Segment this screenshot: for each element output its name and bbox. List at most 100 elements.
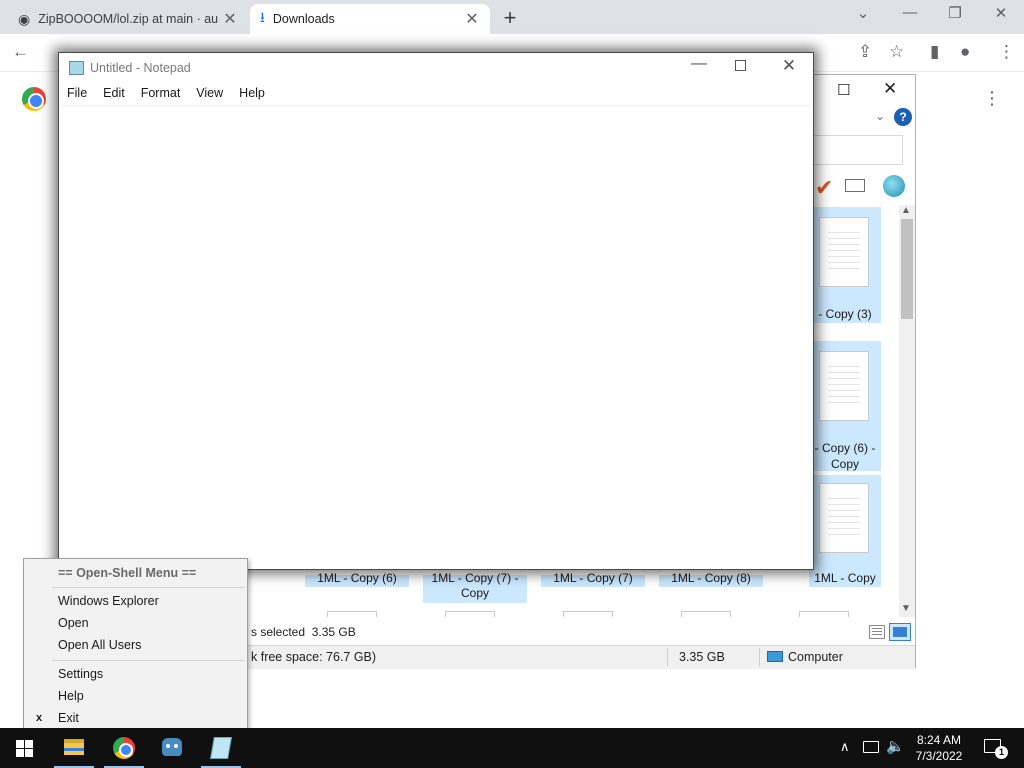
menu-item-exit[interactable]: Exit — [58, 711, 79, 725]
menu-item-open[interactable]: Open — [58, 616, 89, 630]
tab-github[interactable]: ◉ ZipBOOOOM/lol.zip at main · au ✕ — [8, 4, 248, 34]
file-item[interactable]: - Copy (6) - Copy — [809, 341, 881, 471]
document-icon — [819, 217, 869, 287]
explorer-maximize-icon[interactable]: ☐ — [837, 81, 850, 99]
menu-separator — [52, 587, 245, 588]
exit-mark-icon: x — [36, 712, 43, 724]
file-label: 1ML - Copy (7) — [553, 571, 633, 585]
profile-icon[interactable]: ● — [960, 42, 970, 62]
size-text: 3.35 GB — [679, 650, 725, 664]
menu-format[interactable]: Format — [141, 83, 181, 103]
mail-icon[interactable] — [845, 179, 865, 192]
file-item[interactable]: 1ML - Copy (8) — [659, 571, 763, 587]
maximize-icon[interactable] — [735, 60, 746, 71]
file-item[interactable]: - Copy (3) — [809, 207, 881, 323]
show-hidden-icons-icon[interactable]: ∧ — [840, 739, 850, 755]
taskbar-file-explorer[interactable] — [50, 728, 98, 768]
file-item[interactable]: 1ML - Copy (7) - Copy — [423, 571, 527, 603]
github-icon: ◉ — [18, 10, 31, 27]
open-shell-context-menu: == Open-Shell Menu == Windows Explorer O… — [23, 558, 248, 730]
document-icon — [819, 351, 869, 421]
file-label: 1ML - Copy (8) — [671, 571, 751, 585]
close-icon[interactable]: ✕ — [779, 56, 799, 76]
file-label: Copy — [460, 586, 489, 600]
file-label: Copy — [830, 457, 859, 471]
new-tab-button[interactable]: + — [498, 5, 522, 31]
menu-edit[interactable]: Edit — [103, 83, 125, 103]
status-divider — [759, 648, 760, 666]
ribbon-expand-icon[interactable]: ⌄ — [875, 109, 885, 123]
file-item[interactable]: 1ML - Copy (6) — [305, 571, 409, 587]
side-panel-icon[interactable]: ▮ — [930, 42, 939, 62]
chrome-logo-icon — [22, 87, 46, 111]
file-label: - Copy (6) - — [814, 441, 876, 455]
notification-badge: 1 — [995, 746, 1008, 759]
taskbar-godot[interactable] — [148, 728, 196, 768]
chrome-icon — [113, 737, 135, 759]
minimize-icon[interactable]: — — [689, 55, 709, 73]
menu-item-open-all-users[interactable]: Open All Users — [58, 638, 141, 652]
menu-item-settings[interactable]: Settings — [58, 667, 103, 681]
menu-file[interactable]: File — [67, 83, 87, 103]
notepad-menubar: File Edit Format View Help — [59, 83, 813, 103]
menu-separator — [52, 660, 245, 661]
back-icon[interactable]: ← — [12, 42, 29, 62]
document-icon — [445, 611, 495, 617]
restore-icon[interactable]: ❐ — [940, 4, 970, 22]
menu-help[interactable]: Help — [239, 83, 265, 103]
menu-view[interactable]: View — [196, 83, 223, 103]
bookmark-star-icon[interactable]: ☆ — [889, 42, 904, 62]
tab-title: Downloads — [272, 12, 335, 26]
document-icon — [563, 611, 613, 617]
godot-icon — [162, 738, 182, 756]
network-icon[interactable] — [863, 741, 879, 753]
chrome-tab-bar: ◉ ZipBOOOOM/lol.zip at main · au ✕ ⭳ Dow… — [0, 0, 1024, 34]
notepad-window: Untitled - Notepad — ✕ File Edit Format … — [58, 52, 814, 570]
file-item[interactable]: 1ML - Copy (7) — [541, 571, 645, 587]
tab-title: ZipBOOOOM/lol.zip at main · au — [38, 12, 219, 26]
check-icon[interactable]: ✔ — [815, 175, 833, 201]
downloads-more-icon[interactable]: ⋮ — [983, 88, 1001, 109]
help-icon[interactable]: ? — [894, 108, 912, 126]
location-text: Computer — [788, 650, 843, 664]
download-icon: ⭳ — [260, 9, 265, 25]
document-icon — [681, 611, 731, 617]
taskbar: ∧ 🔈 8:24 AM 7/3/2022 1 — [0, 728, 1024, 768]
explorer-scrollbar[interactable]: ▲ ▼ — [899, 205, 915, 617]
clock-date[interactable]: 7/3/2022 — [914, 749, 964, 763]
document-icon — [819, 483, 869, 553]
minimize-icon[interactable]: — — [895, 4, 925, 21]
computer-icon — [767, 651, 783, 662]
scroll-down-icon[interactable]: ▼ — [901, 603, 911, 614]
document-icon — [327, 611, 377, 617]
notepad-text-area[interactable] — [61, 105, 811, 567]
file-item[interactable]: 1ML - Copy — [809, 475, 881, 587]
chrome-menu-icon[interactable]: ⋮ — [998, 42, 1015, 62]
status-divider — [667, 648, 668, 666]
menu-item-help[interactable]: Help — [58, 689, 84, 703]
scroll-thumb[interactable] — [901, 219, 913, 319]
tab-downloads[interactable]: ⭳ Downloads ✕ — [250, 4, 490, 34]
tab-close-icon[interactable]: ✕ — [464, 9, 480, 29]
notepad-icon — [210, 737, 232, 759]
tab-close-icon[interactable]: ✕ — [222, 9, 238, 29]
scroll-up-icon[interactable]: ▲ — [901, 205, 911, 216]
globe-icon[interactable] — [883, 175, 905, 197]
menu-item-windows-explorer[interactable]: Windows Explorer — [58, 594, 159, 608]
start-button-windows-icon[interactable] — [16, 740, 33, 757]
selection-status-text: s selected 3.35 GB — [251, 625, 356, 639]
file-label: 1ML - Copy (6) — [317, 571, 397, 585]
share-icon[interactable]: ⇪ — [858, 42, 872, 62]
close-icon[interactable]: ✕ — [986, 4, 1016, 22]
tiles-view-icon[interactable] — [889, 623, 911, 641]
tab-search-icon[interactable]: ⌄ — [848, 4, 878, 22]
file-label: 1ML - Copy — [814, 571, 876, 585]
explorer-search-input[interactable] — [807, 135, 903, 165]
taskbar-chrome[interactable] — [100, 728, 148, 768]
taskbar-notepad[interactable] — [197, 728, 245, 768]
status-bar: k free space: 76.7 GB) 3.35 GB Computer — [247, 645, 915, 669]
volume-icon[interactable]: 🔈 — [886, 737, 905, 755]
explorer-close-icon[interactable]: ✕ — [883, 79, 897, 99]
clock-time[interactable]: 8:24 AM — [914, 733, 964, 747]
details-view-icon[interactable] — [869, 625, 885, 639]
